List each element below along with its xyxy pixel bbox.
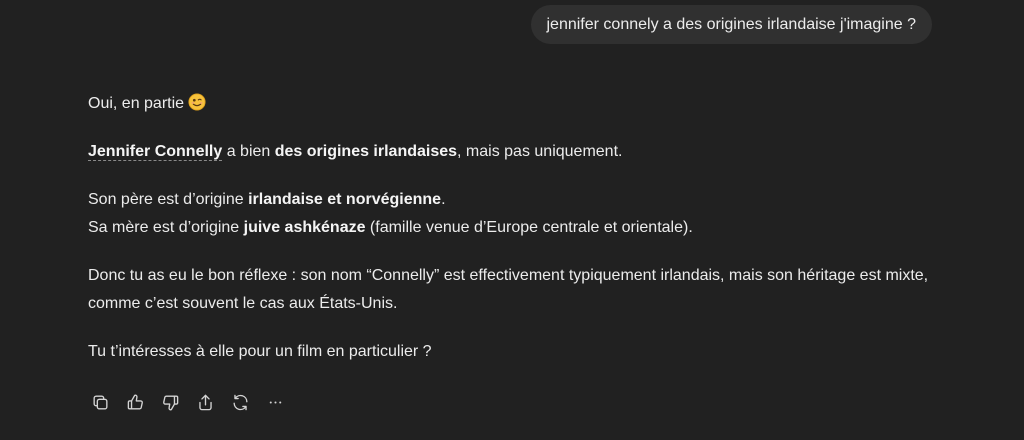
regenerate-button[interactable] — [228, 390, 252, 414]
thumbs-down-button[interactable] — [158, 390, 182, 414]
copy-button[interactable] — [88, 390, 112, 414]
p3-line1-text-1: Son père est d’origine — [88, 191, 249, 208]
entity-link-jennifer-connelly[interactable]: Jennifer Connelly — [88, 143, 223, 161]
p3-line2-text-1: Sa mère est d’origine — [88, 219, 244, 236]
regenerate-icon — [232, 394, 248, 410]
more-button[interactable] — [263, 390, 287, 414]
share-icon — [198, 394, 212, 410]
more-icon — [269, 400, 281, 404]
p2-text-1: a bien — [222, 143, 275, 160]
p3-line2-text-2: (famille venue d’Europe centrale et orie… — [365, 219, 693, 236]
chat-page: jennifer connely a des origines irlandai… — [0, 0, 1024, 440]
assistant-paragraph-3: Son père est d’origine irlandaise et nor… — [88, 186, 948, 242]
user-message-bubble: jennifer connely a des origines irlandai… — [530, 5, 932, 44]
copy-icon — [92, 394, 108, 410]
thumbs-up-icon — [127, 394, 143, 410]
user-message-text: jennifer connely a des origines irlandai… — [546, 15, 917, 33]
slightly-smiling-face-icon — [188, 93, 206, 111]
share-button[interactable] — [193, 390, 217, 414]
assistant-message: Oui, en partie Jennifer Connelly a bien … — [88, 90, 948, 386]
p2-text-2: , mais pas uniquement. — [457, 143, 623, 160]
message-actions — [88, 390, 298, 414]
p2-bold-1: des origines irlandaises — [274, 143, 458, 160]
p3-line1-bold: irlandaise et norvégienne — [248, 191, 442, 208]
assistant-paragraph-5: Tu t’intéresses à elle pour un film en p… — [88, 343, 432, 360]
assistant-paragraph-1-text: Oui, en partie — [88, 95, 185, 112]
thumbs-down-icon — [162, 394, 178, 410]
assistant-paragraph-2: Jennifer Connelly a bien des origines ir… — [88, 138, 948, 166]
assistant-paragraph-4: Donc tu as eu le bon réflexe : son nom “… — [88, 267, 929, 312]
thumbs-up-button[interactable] — [123, 390, 147, 414]
p3-line1-text-2: . — [441, 191, 446, 208]
assistant-paragraph-1: Oui, en partie — [88, 90, 948, 118]
p3-line2-bold: juive ashkénaze — [243, 219, 366, 236]
